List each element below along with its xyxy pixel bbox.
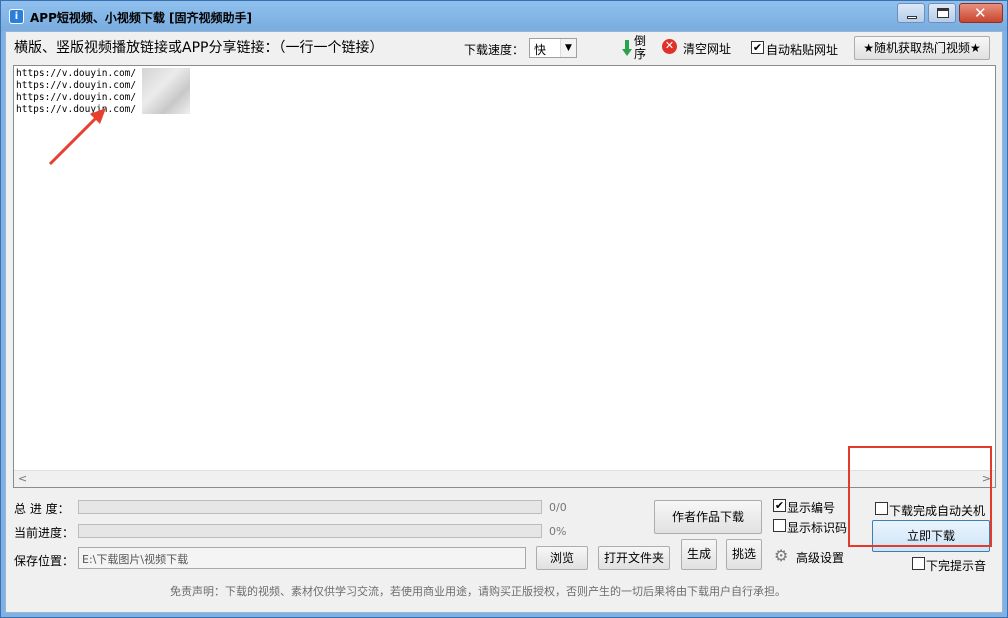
- speed-select[interactable]: 快 ▼: [529, 38, 577, 58]
- save-path-field[interactable]: E:\下载图片\视频下载: [78, 547, 526, 569]
- instructions-label: 横版、竖版视频播放链接或APP分享链接：（一行一个链接）: [14, 40, 384, 56]
- speed-label: 下载速度：: [464, 43, 525, 57]
- show-number-label: 显示编号: [787, 501, 836, 515]
- total-progress-label: 总 进 度：: [14, 502, 70, 516]
- gear-icon[interactable]: ⚙: [774, 546, 788, 565]
- highlight-box: [848, 446, 992, 547]
- browse-button[interactable]: 浏览: [536, 546, 588, 570]
- minimize-icon: [907, 16, 917, 19]
- auto-paste-label: 自动粘贴网址: [766, 43, 839, 57]
- link-line: https://v.douyin.com/: [16, 80, 137, 91]
- pick-button[interactable]: 挑选: [726, 539, 762, 570]
- arrow-down-icon: [622, 40, 632, 56]
- app-window: i APP短视频、小视频下载 [固齐视频助手] ✕ 横版、竖版视频播放链接或AP…: [0, 0, 1008, 618]
- current-progress-value: 0%: [549, 525, 567, 538]
- reverse-order-button[interactable]: 倒序: [620, 34, 648, 62]
- show-number-checkbox[interactable]: ✔: [773, 499, 786, 512]
- scroll-left-icon[interactable]: <: [18, 472, 27, 485]
- reverse-order-label: 倒序: [634, 34, 647, 61]
- advanced-settings-link[interactable]: 高级设置: [796, 549, 844, 566]
- save-location-label: 保存位置：: [14, 554, 75, 568]
- blurred-region: [142, 68, 190, 114]
- open-folder-button[interactable]: 打开文件夹: [598, 546, 670, 570]
- window-title: APP短视频、小视频下载 [固齐视频助手]: [30, 11, 253, 25]
- annotation-arrow-icon: [48, 108, 106, 166]
- total-progress-bar: [78, 500, 542, 514]
- clear-urls-label: 清空网址: [683, 42, 732, 56]
- clear-icon: ✕: [662, 39, 677, 54]
- show-id-label: 显示标识码: [787, 521, 848, 535]
- current-progress-bar: [78, 524, 542, 538]
- chevron-down-icon: ▼: [560, 39, 576, 57]
- author-works-download-button[interactable]: 作者作品下载: [654, 500, 762, 534]
- auto-paste-checkbox[interactable]: ✔: [751, 41, 764, 54]
- maximize-button[interactable]: [928, 3, 956, 23]
- minimize-button[interactable]: [897, 3, 925, 23]
- close-button[interactable]: ✕: [959, 3, 1003, 23]
- show-id-checkbox[interactable]: [773, 519, 786, 532]
- link-line: https://v.douyin.com/: [16, 92, 137, 103]
- total-progress-value: 0/0: [549, 501, 567, 514]
- app-icon: i: [9, 9, 24, 24]
- current-progress-label: 当前进度：: [14, 526, 75, 540]
- disclaimer-text: 免责声明：下载的视频、素材仅供学习交流，若使用商业用途，请购买正版授权，否则产生…: [170, 585, 786, 598]
- speed-value: 快: [534, 43, 547, 57]
- completion-sound-label: 下完提示音: [926, 559, 987, 573]
- title-bar[interactable]: i APP短视频、小视频下载 [固齐视频助手] ✕: [1, 1, 1007, 31]
- close-icon: ✕: [974, 4, 987, 22]
- completion-sound-checkbox[interactable]: [912, 557, 925, 570]
- maximize-icon: [937, 8, 949, 18]
- link-line: https://v.douyin.com/: [16, 68, 137, 79]
- links-textarea[interactable]: https://v.douyin.com/ https://v.douyin.c…: [13, 65, 996, 488]
- random-hot-videos-button[interactable]: ★随机获取热门视频★: [854, 36, 990, 60]
- generate-button[interactable]: 生成: [681, 539, 717, 570]
